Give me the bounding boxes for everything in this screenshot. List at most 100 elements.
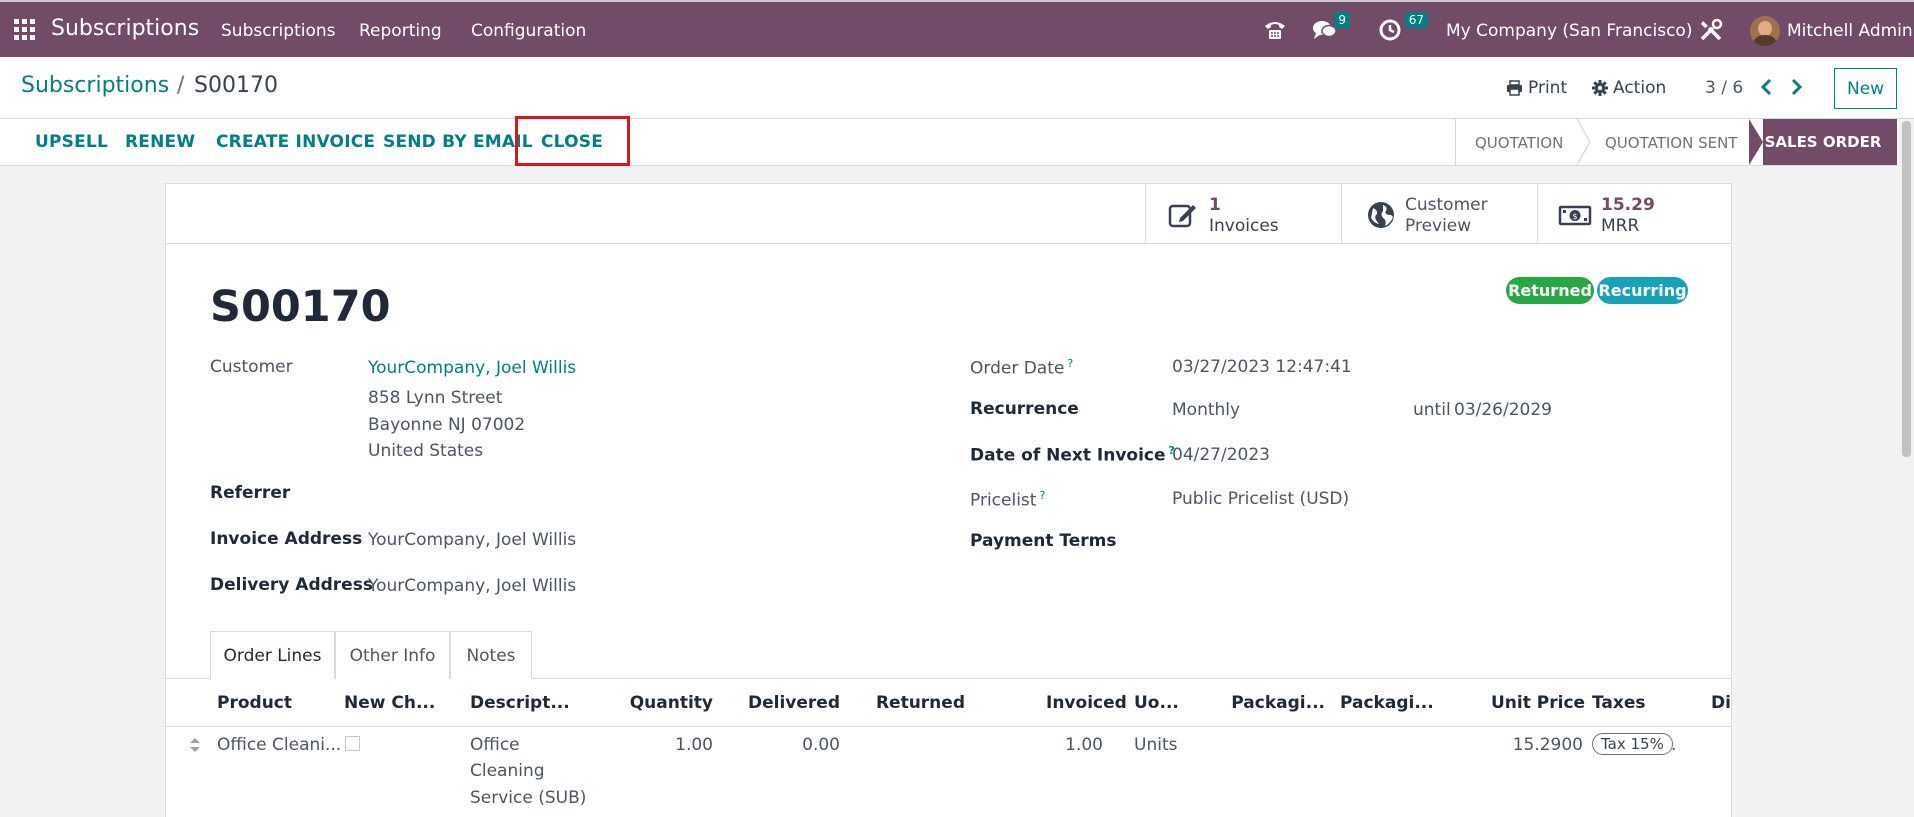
pricelist-value[interactable]: Public Pricelist (USD) bbox=[1172, 489, 1349, 509]
invoice-address-value[interactable]: YourCompany, Joel Willis bbox=[368, 530, 576, 550]
invoices-smart-button[interactable]: 1 Invoices bbox=[1145, 184, 1341, 244]
main-navbar: Subscriptions Subscriptions Reporting Co… bbox=[0, 0, 1914, 57]
create-invoice-button[interactable]: CREATE INVOICE bbox=[216, 132, 375, 152]
vertical-scrollbar[interactable] bbox=[1899, 119, 1914, 817]
customer-preview-line2: Preview bbox=[1405, 216, 1472, 236]
print-label: Print bbox=[1528, 78, 1568, 98]
breadcrumb-parent[interactable]: Subscriptions bbox=[21, 73, 169, 98]
breadcrumb-separator: / bbox=[177, 73, 185, 98]
menu-subscriptions[interactable]: Subscriptions bbox=[221, 21, 335, 41]
close-button-highlight bbox=[515, 116, 630, 166]
col-discount[interactable]: Dis bbox=[1711, 693, 1731, 713]
renew-button[interactable]: RENEW bbox=[125, 132, 195, 152]
tag-returned[interactable]: Returned bbox=[1506, 277, 1594, 304]
cell-description-line2[interactable]: Cleaning bbox=[470, 761, 545, 781]
clock-icon[interactable]: 67 bbox=[1378, 12, 1428, 43]
tag-recurring[interactable]: Recurring bbox=[1597, 277, 1688, 304]
recurrence-value[interactable]: Monthly bbox=[1172, 400, 1240, 420]
stage-quotation[interactable]: QUOTATION bbox=[1475, 134, 1563, 152]
status-bar: UPSELL RENEW CREATE INVOICE SEND BY EMAI… bbox=[0, 116, 1914, 166]
apps-grid-icon[interactable] bbox=[14, 19, 35, 40]
drag-handle-icon[interactable] bbox=[189, 736, 201, 754]
menu-reporting[interactable]: Reporting bbox=[359, 21, 442, 41]
recurrence-label: Recurrence bbox=[970, 399, 1079, 419]
tools-icon[interactable] bbox=[1698, 17, 1724, 43]
col-uom[interactable]: Uo... bbox=[1134, 693, 1179, 713]
stage-sales-order[interactable]: SALES ORDER bbox=[1749, 119, 1897, 165]
customer-label: Customer bbox=[210, 357, 293, 377]
col-taxes[interactable]: Taxes bbox=[1592, 693, 1646, 713]
invoice-address-label: Invoice Address bbox=[210, 529, 363, 549]
order-date-help[interactable]: ? bbox=[1067, 357, 1073, 370]
control-panel: Subscriptions / S00170 Print Action 3 / … bbox=[0, 57, 1914, 119]
mrr-value: 15.29 bbox=[1601, 195, 1655, 215]
app-brand[interactable]: Subscriptions bbox=[51, 16, 199, 41]
cell-tax-tag[interactable]: Tax 15% bbox=[1592, 733, 1673, 755]
cell-delivered[interactable]: 0.00 bbox=[721, 735, 840, 755]
tab-notes[interactable]: Notes bbox=[450, 631, 532, 679]
order-date-value[interactable]: 03/27/2023 12:47:41 bbox=[1172, 357, 1352, 377]
user-avatar[interactable] bbox=[1750, 16, 1780, 46]
cell-unit-price[interactable]: 15.2900 bbox=[1491, 735, 1583, 755]
order-lines-header: Product New Ch... Descript... Quantity D… bbox=[166, 679, 1731, 727]
gear-icon bbox=[1592, 80, 1608, 96]
cell-invoiced[interactable]: 1.00 bbox=[1046, 735, 1103, 755]
invoices-count: 1 bbox=[1209, 195, 1221, 215]
activities-badge: 67 bbox=[1404, 12, 1428, 28]
col-invoiced[interactable]: Invoiced bbox=[1046, 693, 1127, 713]
chevron-left-icon[interactable] bbox=[1757, 77, 1777, 97]
phone-icon[interactable] bbox=[1262, 17, 1288, 43]
edit-icon bbox=[1168, 204, 1196, 228]
scrollbar-thumb[interactable] bbox=[1902, 121, 1911, 457]
print-button[interactable]: Print bbox=[1506, 78, 1567, 98]
delivery-address-value[interactable]: YourCompany, Joel Willis bbox=[368, 576, 576, 596]
cell-uom[interactable]: Units bbox=[1134, 735, 1177, 755]
col-unit-price[interactable]: Unit Price bbox=[1491, 693, 1585, 713]
action-button[interactable]: Action bbox=[1592, 78, 1666, 98]
mrr-smart-button[interactable]: $ 15.29 MRR bbox=[1537, 184, 1732, 244]
action-label: Action bbox=[1613, 78, 1667, 98]
user-menu[interactable]: Mitchell Admin bbox=[1787, 21, 1913, 41]
col-quantity[interactable]: Quantity bbox=[596, 693, 713, 713]
notebook-tabs: Order Lines Other Info Notes bbox=[166, 631, 1731, 680]
money-icon: $ bbox=[1558, 205, 1592, 226]
new-button[interactable]: New bbox=[1834, 68, 1897, 109]
tab-other-info[interactable]: Other Info bbox=[335, 631, 450, 679]
col-description[interactable]: Descript... bbox=[470, 693, 570, 713]
until-date-value[interactable]: 03/26/2029 bbox=[1454, 400, 1552, 420]
customer-link[interactable]: YourCompany, Joel Willis bbox=[368, 358, 576, 378]
cell-description-line1[interactable]: Office bbox=[470, 735, 520, 755]
col-product[interactable]: Product bbox=[217, 693, 292, 713]
col-new-charge[interactable]: New Ch... bbox=[344, 693, 435, 713]
next-invoice-value[interactable]: 04/27/2023 bbox=[1172, 445, 1270, 465]
tab-order-lines[interactable]: Order Lines bbox=[210, 631, 335, 680]
cell-new-charge-checkbox[interactable] bbox=[345, 736, 360, 751]
customer-preview-smart-button[interactable]: Customer Preview bbox=[1341, 184, 1537, 244]
col-delivered[interactable]: Delivered bbox=[721, 693, 840, 713]
chevron-right-icon[interactable] bbox=[1786, 77, 1806, 97]
menu-configuration[interactable]: Configuration bbox=[471, 21, 586, 41]
pricelist-help[interactable]: ? bbox=[1039, 489, 1045, 502]
chat-icon[interactable]: 9 bbox=[1312, 12, 1350, 43]
pager-value[interactable]: 3 / 6 bbox=[1705, 78, 1743, 98]
cell-description-line3[interactable]: Service (SUB) bbox=[470, 788, 586, 808]
referrer-label: Referrer bbox=[210, 483, 291, 503]
cell-product[interactable]: Office Cleani... bbox=[217, 735, 341, 755]
col-packaging[interactable]: Packagi... bbox=[1340, 693, 1434, 713]
col-packaging-qty[interactable]: Packagi... bbox=[1221, 693, 1325, 713]
col-returned[interactable]: Returned bbox=[848, 693, 965, 713]
stage-quotation-sent[interactable]: QUOTATION SENT bbox=[1605, 134, 1737, 152]
order-date-label: Order Date? bbox=[970, 357, 1073, 379]
record-title: S00170 bbox=[210, 282, 391, 332]
printer-icon bbox=[1507, 80, 1522, 96]
send-by-email-button[interactable]: SEND BY EMAIL bbox=[383, 132, 533, 152]
cell-quantity[interactable]: 1.00 bbox=[596, 735, 713, 755]
mrr-label: MRR bbox=[1601, 216, 1640, 236]
form-sheet: 1 Invoices Customer Preview $ 15.29 MRR … bbox=[165, 183, 1732, 817]
upsell-button[interactable]: UPSELL bbox=[35, 132, 108, 152]
company-switcher[interactable]: My Company (San Francisco) bbox=[1446, 21, 1692, 41]
address-line3: United States bbox=[368, 441, 484, 461]
delivery-address-label: Delivery Address bbox=[210, 575, 373, 595]
address-line2: Bayonne NJ 07002 bbox=[368, 415, 526, 435]
next-invoice-label-text: Date of Next Invoice bbox=[970, 445, 1166, 466]
